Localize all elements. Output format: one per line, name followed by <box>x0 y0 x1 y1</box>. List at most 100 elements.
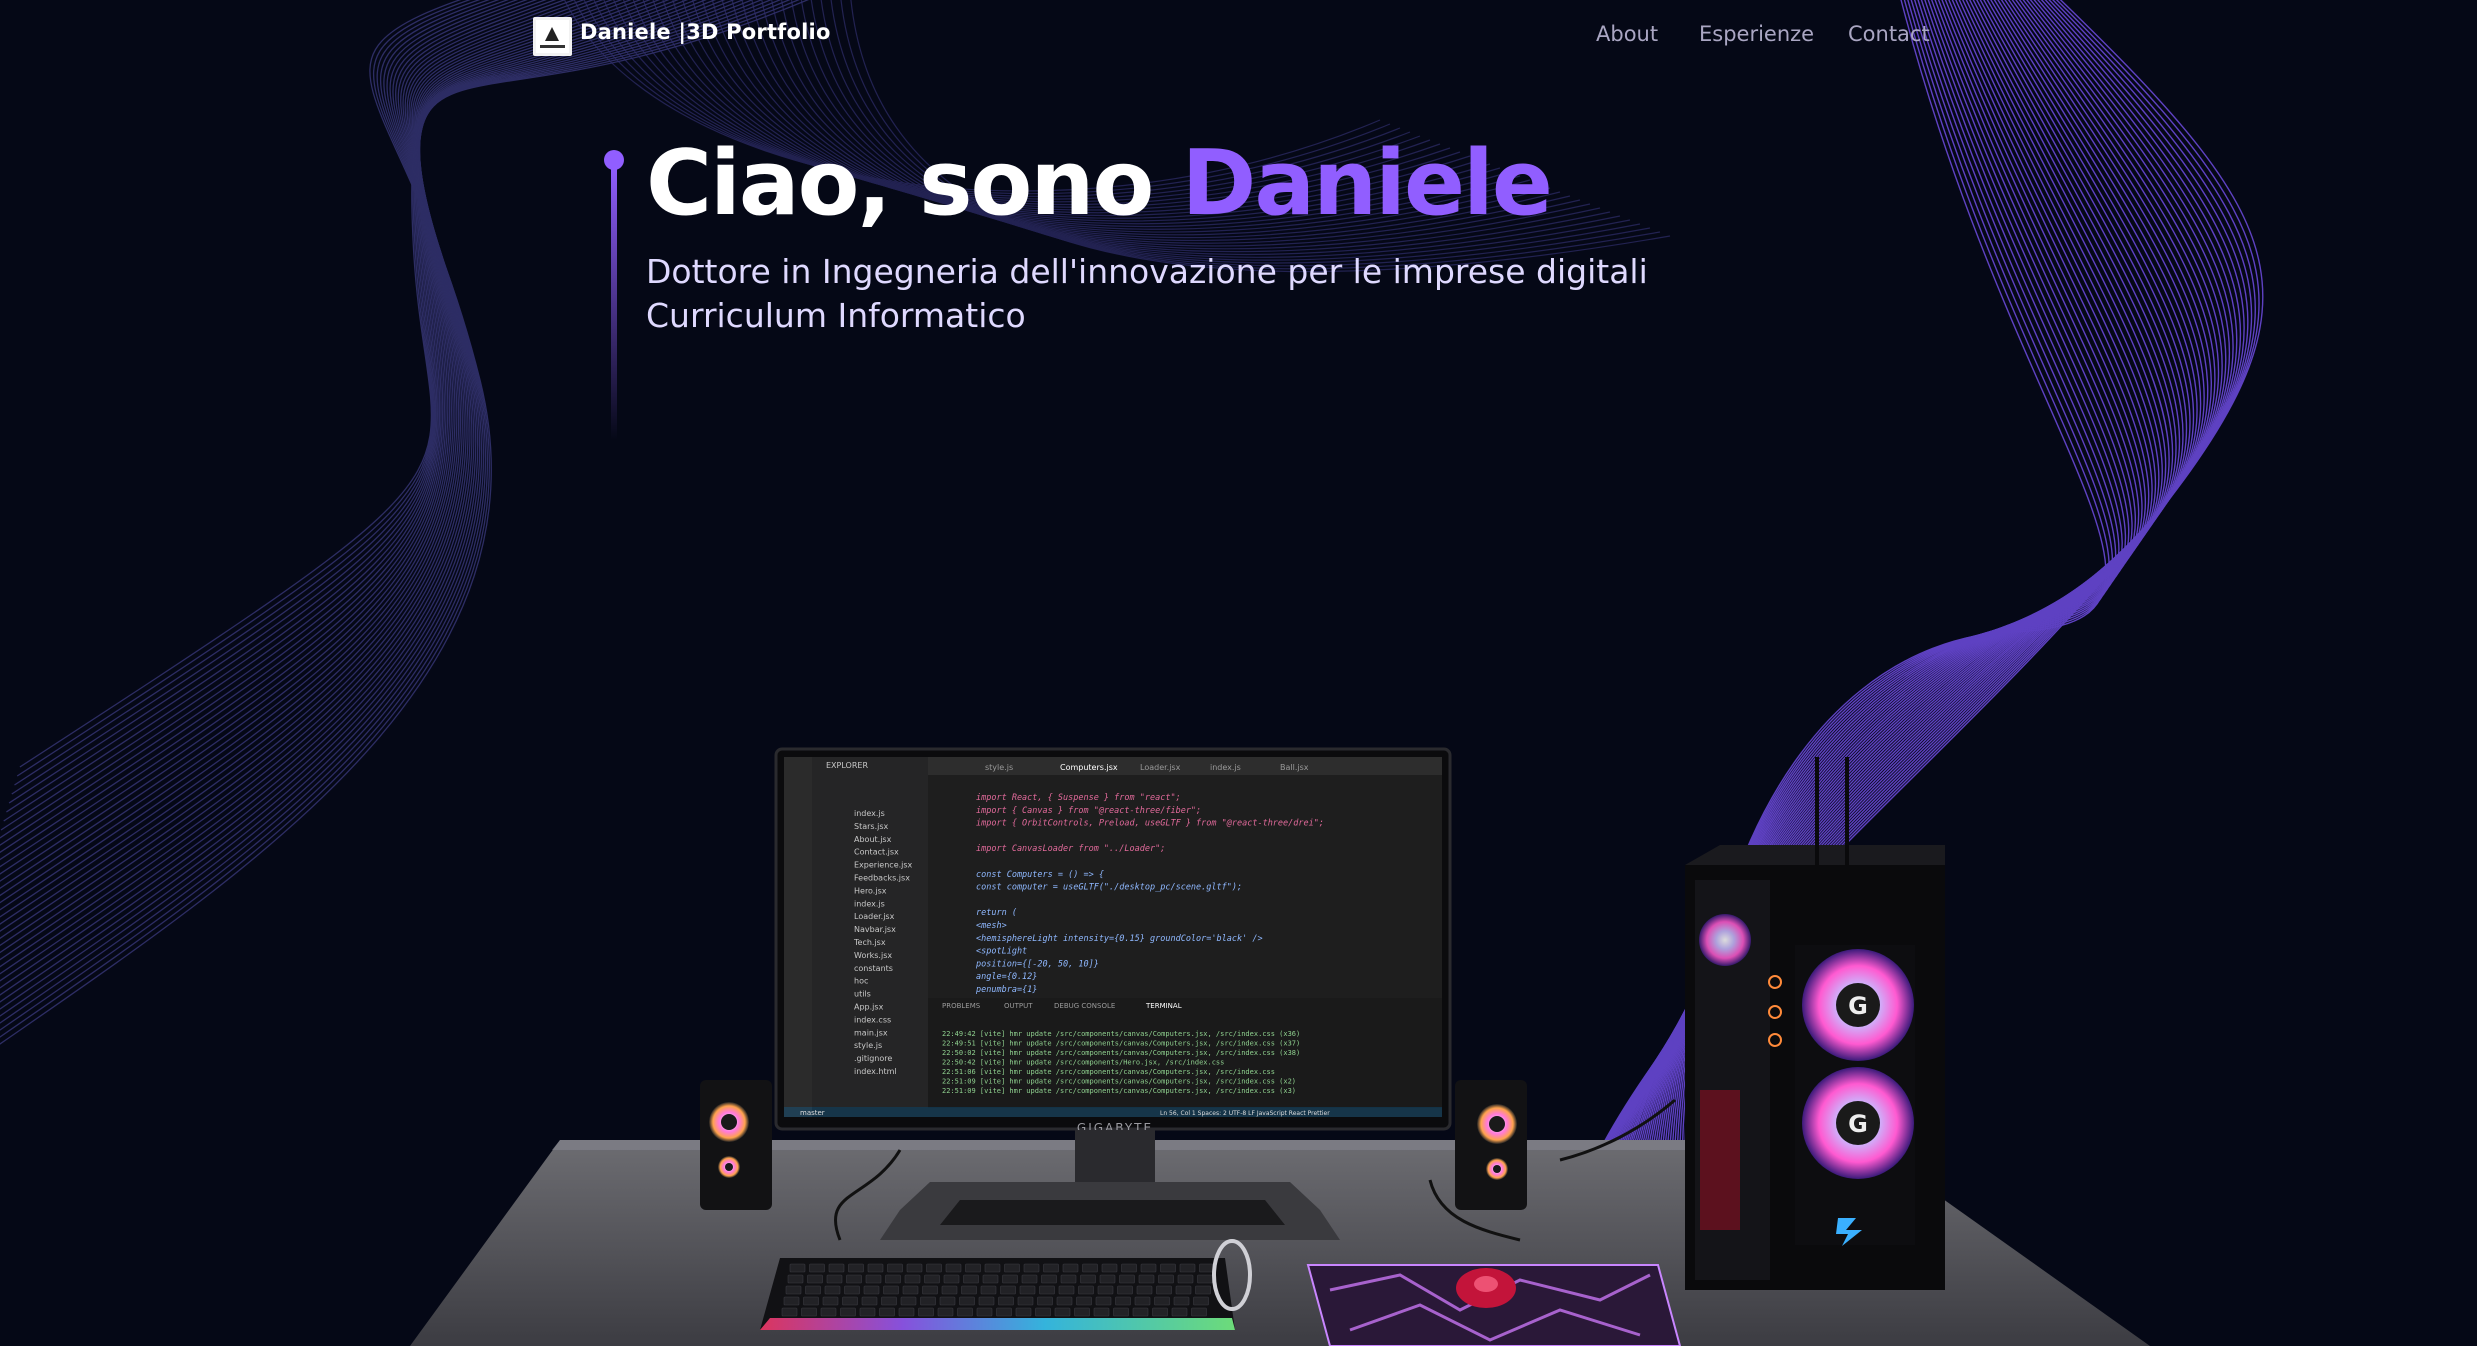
keyboard-key <box>1113 1307 1129 1317</box>
code-line: angle={0.12} <box>976 972 1037 982</box>
keyboard-key <box>1119 1274 1135 1284</box>
keyboard-key <box>846 1274 862 1284</box>
keyboard-key <box>879 1307 895 1317</box>
desktop-pc-3d-scene[interactable]: EXPLORER index.js Stars.jsx About.jsx Conta… <box>0 0 2477 1346</box>
file-item: main.jsx <box>854 1028 888 1037</box>
terminal-tab: TERMINAL <box>1145 1002 1182 1010</box>
keyboard-key <box>1035 1307 1051 1317</box>
file-item: hoc <box>854 977 868 986</box>
keyboard-key <box>1054 1307 1071 1317</box>
file-item: About.jsx <box>854 835 892 844</box>
terminal-tab: PROBLEMS <box>942 1002 981 1010</box>
file-item: style.js <box>854 1041 882 1050</box>
keyboard-key <box>1171 1307 1188 1317</box>
file-item: Loader.jsx <box>854 912 895 921</box>
keyboard-key <box>1080 1274 1096 1284</box>
keyboard-key <box>920 1296 936 1306</box>
keyboard-key <box>1099 1274 1116 1284</box>
keyboard-key <box>1078 1285 1094 1295</box>
keyboard-key <box>842 1296 858 1306</box>
keyboard-key <box>781 1307 798 1317</box>
keyboard-key <box>978 1296 995 1306</box>
keyboard-key <box>902 1285 919 1295</box>
code-line: <spotLight <box>976 947 1027 957</box>
keyboard-key <box>1197 1274 1213 1284</box>
editor-tab: Loader.jsx <box>1140 763 1181 772</box>
keyboard-key <box>783 1296 800 1306</box>
keyboard-key <box>980 1285 997 1295</box>
file-item: Contact.jsx <box>854 848 899 857</box>
keyboard-key <box>1121 1263 1137 1273</box>
keyboard-key <box>1132 1307 1149 1317</box>
keyboard-key <box>822 1296 839 1306</box>
keyboard-key <box>941 1285 958 1295</box>
monitor: EXPLORER index.js Stars.jsx About.jsx Conta… <box>774 747 1452 1135</box>
keyboard-key <box>1138 1274 1155 1284</box>
keyboard-key <box>1017 1296 1034 1306</box>
terminal-tab-bar: PROBLEMS OUTPUT DEBUG CONSOLE TERMINAL <box>942 1002 1182 1010</box>
keyboard-key <box>881 1296 897 1306</box>
terminal-line: 22:51:09 [vite] hmr update /src/componen… <box>942 1087 1296 1095</box>
keyboard-key <box>924 1274 940 1284</box>
keyboard-key <box>984 1263 1001 1273</box>
keyboard-key <box>861 1296 878 1306</box>
rgb-keyboard <box>760 1258 1235 1330</box>
terminal-line: 22:50:42 [vite] hmr update /src/componen… <box>942 1059 1224 1067</box>
keyboard-key <box>1154 1296 1170 1306</box>
keyboard-key <box>1000 1285 1016 1295</box>
keyboard-key <box>922 1285 938 1295</box>
code-line: <hemisphereLight intensity={0.15} ground… <box>976 934 1263 944</box>
file-item: utils <box>854 990 871 999</box>
code-line: import { Canvas } from "@react-three/fib… <box>976 806 1201 816</box>
keyboard-key <box>848 1263 864 1273</box>
keyboard-key <box>1140 1263 1157 1273</box>
keyboard-key <box>1041 1274 1057 1284</box>
keyboard-key <box>1156 1285 1172 1295</box>
code-line: penumbra={1} <box>975 985 1037 995</box>
keyboard-key <box>998 1296 1014 1306</box>
keyboard-key <box>1015 1307 1032 1317</box>
file-item: .gitignore <box>854 1054 892 1063</box>
keyboard-key <box>1158 1274 1174 1284</box>
status-branch: master <box>800 1109 825 1117</box>
keyboard-key <box>805 1285 821 1295</box>
keyboard-key <box>1152 1307 1168 1317</box>
code-line: position={[-20, 50, 10]} <box>975 959 1099 969</box>
keyboard-key <box>1004 1263 1020 1273</box>
code-line: <mesh> <box>976 921 1007 931</box>
code-line: const Computers = () => { <box>976 870 1104 880</box>
file-item: Tech.jsx <box>853 938 886 947</box>
keyboard-key <box>789 1263 806 1273</box>
keyboard-key <box>1093 1307 1110 1317</box>
keyboard-key <box>1082 1263 1098 1273</box>
keyboard-key <box>828 1263 845 1273</box>
keyboard-key <box>785 1285 802 1295</box>
file-item: index.css <box>854 1015 891 1024</box>
keyboard-key <box>898 1307 915 1317</box>
terminal-line: 22:50:02 [vite] hmr update /src/componen… <box>942 1049 1300 1057</box>
keyboard-key <box>959 1296 975 1306</box>
keyboard-key <box>1021 1274 1038 1284</box>
keyboard-key <box>1060 1274 1077 1284</box>
keyboard-key <box>859 1307 876 1317</box>
keyboard-key <box>939 1296 956 1306</box>
keyboard-key <box>803 1296 819 1306</box>
monitor-stand-neck <box>1075 1130 1155 1185</box>
keyboard-key <box>1058 1285 1075 1295</box>
terminal-line: 22:51:09 [vite] hmr update /src/componen… <box>942 1078 1296 1086</box>
keyboard-key <box>867 1263 884 1273</box>
keyboard-key <box>820 1307 837 1317</box>
keyboard-key <box>1134 1296 1151 1306</box>
keyboard-key <box>1101 1263 1118 1273</box>
code-line: const computer = useGLTF("./desktop_pc/s… <box>976 883 1242 893</box>
terminal-tab: OUTPUT <box>1004 1002 1033 1010</box>
editor-tab: style.js <box>985 763 1013 772</box>
file-item: Works.jsx <box>854 951 892 960</box>
file-item: Navbar.jsx <box>854 925 896 934</box>
keyboard-key <box>904 1274 921 1284</box>
keyboard-key <box>965 1263 981 1273</box>
keyboard-key <box>943 1274 960 1284</box>
keyboard-key <box>982 1274 999 1284</box>
keyboard-key <box>918 1307 934 1317</box>
mousepad <box>1306 1264 1682 1346</box>
